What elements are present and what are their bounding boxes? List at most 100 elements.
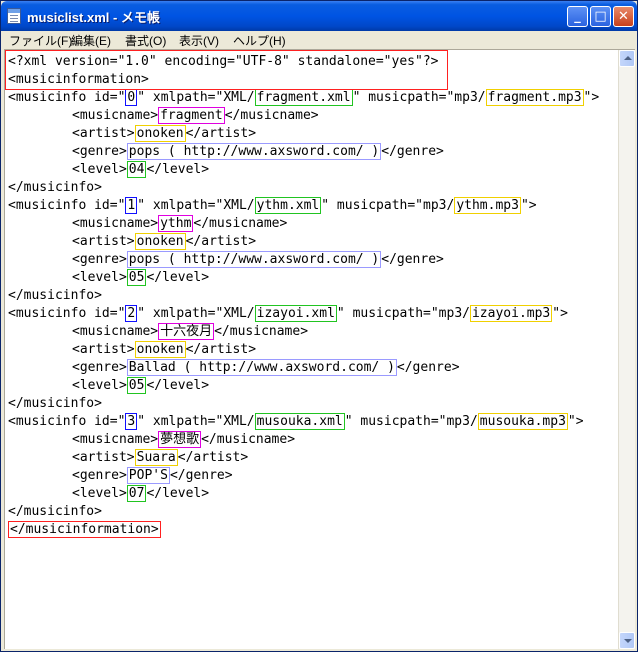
musicname-open-tag: <musicname> (72, 324, 159, 339)
info-close-tag: </musicinfo> (8, 180, 102, 195)
musicinfo-open-line: <musicinfo id=" 3 " xmlpath="XML/musouka.x… (8, 413, 599, 431)
musicname-open-tag: <musicname> (72, 432, 159, 447)
entries-container: <musicinfo id=" 0 " xmlpath="XML/fragment.… (8, 89, 599, 521)
menu-help[interactable]: ヘルプ(H) (233, 32, 286, 49)
musicinfo-open-line: <musicinfo id=" 0 " xmlpath="XML/fragment.… (8, 89, 599, 107)
genre-open-tag: <genre> (72, 360, 127, 375)
xmlpath-prefix: " xmlpath="XML/ (137, 414, 255, 429)
level-line: <level> 07 </level> (8, 485, 599, 503)
window-title: musiclist.xml - メモ帳 (27, 10, 160, 25)
musicname-open-tag: <musicname> (72, 108, 159, 123)
genre-line: <genre> Ballad ( http://www.axsword.com/ … (8, 359, 599, 377)
musicpath-prefix: " musicpath="mp3/ (352, 90, 486, 105)
musicinfo-close-line: </musicinfo> (8, 287, 599, 305)
level-line: <level> 05 </level> (8, 269, 599, 287)
entry-id: 0 (125, 89, 138, 106)
musicpath-suffix: "> (552, 306, 568, 321)
menu-bar: ファイル(F) 編集(E) 書式(O) 表示(V) ヘルプ(H) (4, 31, 634, 49)
entry-musicpath: fragment.mp3 (485, 89, 584, 106)
artist-open-tag: <artist> (72, 342, 135, 357)
level-close-tag: </level> (146, 270, 210, 285)
genre-open-tag: <genre> (72, 468, 127, 483)
level-close-tag: </level> (146, 378, 210, 393)
entry-musicname: ythm (158, 215, 194, 232)
notepad-icon (7, 8, 21, 24)
entry-musicname: 十六夜月 (158, 323, 215, 340)
xmlpath-prefix: " xmlpath="XML/ (137, 90, 255, 105)
entry-musicname: fragment (158, 107, 225, 124)
level-line: <level> 04 </level> (8, 161, 599, 179)
menu-edit[interactable]: 編集(E) (71, 32, 111, 49)
level-close-tag: </level> (146, 162, 210, 177)
musicinfo-close-line: </musicinfo> (8, 395, 599, 413)
header-highlight-box (5, 50, 448, 90)
info-close-tag: </musicinfo> (8, 288, 102, 303)
info-open-prefix: <musicinfo id=" (8, 90, 126, 105)
level-close-tag: </level> (146, 486, 210, 501)
musicname-close-tag: </musicname> (224, 108, 319, 123)
entry-id: 2 (125, 305, 138, 322)
entry-id: 1 (125, 197, 138, 214)
info-open-prefix: <musicinfo id=" (8, 414, 126, 429)
entry-id: 3 (125, 413, 138, 430)
entry-artist: onoken (134, 233, 186, 250)
close-button[interactable]: ✕ (613, 6, 634, 27)
musicpath-prefix: " musicpath="mp3/ (336, 306, 470, 321)
musicinfo-open-line: <musicinfo id=" 2 " xmlpath="XML/izayoi.xm… (8, 305, 599, 323)
entry-artist: Suara (134, 449, 178, 466)
musicname-open-tag: <musicname> (72, 216, 159, 231)
menu-format[interactable]: 書式(O) (125, 32, 166, 49)
level-open-tag: <level> (72, 486, 127, 501)
menu-file[interactable]: ファイル(F) (9, 32, 72, 49)
artist-close-tag: </artist> (185, 126, 257, 141)
level-line: <level> 05 </level> (8, 377, 599, 395)
artist-open-tag: <artist> (72, 126, 135, 141)
entry-genre: pops ( http://www.axsword.com/ ) (126, 251, 382, 268)
title-bar[interactable]: musiclist.xml - メモ帳 _ □ ✕ (1, 1, 637, 31)
text-editor[interactable]: <?xml version="1.0" encoding="UTF-8" sta… (4, 49, 635, 649)
entry-genre: pops ( http://www.axsword.com/ ) (126, 143, 382, 160)
vertical-scrollbar[interactable] (618, 50, 635, 649)
xmlpath-prefix: " xmlpath="XML/ (137, 198, 255, 213)
entry-level: 04 (126, 161, 147, 178)
xml-content: <?xml version="1.0" encoding="UTF-8" sta… (8, 53, 599, 539)
genre-line: <genre> pops ( http://www.axsword.com/ ) <… (8, 143, 599, 161)
entry-musicpath: ythm.mp3 (454, 197, 521, 214)
artist-close-tag: </artist> (185, 342, 257, 357)
musicpath-suffix: "> (520, 198, 537, 213)
entry-xmlpath: izayoi.xml (254, 305, 337, 322)
info-open-prefix: <musicinfo id=" (8, 306, 126, 321)
artist-line: <artist> onoken </artist> (8, 125, 599, 143)
level-open-tag: <level> (72, 162, 127, 177)
artist-line: <artist> onoken </artist> (8, 233, 599, 251)
scroll-up-button[interactable] (619, 50, 635, 67)
entry-xmlpath: ythm.xml (254, 197, 322, 214)
entry-xmlpath: musouka.xml (254, 413, 345, 430)
info-close-tag: </musicinfo> (8, 504, 102, 519)
artist-close-tag: </artist> (185, 234, 257, 249)
level-open-tag: <level> (72, 270, 127, 285)
maximize-button[interactable]: □ (590, 6, 611, 27)
entry-musicname: 夢想歌 (158, 431, 202, 448)
entry-artist: onoken (134, 341, 186, 358)
level-open-tag: <level> (72, 378, 127, 393)
musicpath-suffix: "> (583, 90, 600, 105)
root-close-tag: </musicinformation> (8, 521, 599, 539)
genre-open-tag: <genre> (72, 144, 127, 159)
genre-close-tag: </genre> (396, 360, 460, 375)
artist-line: <artist> Suara </artist> (8, 449, 599, 467)
genre-line: <genre> pops ( http://www.axsword.com/ ) <… (8, 251, 599, 269)
musicname-line: <musicname> 夢想歌 </musicname> (8, 431, 599, 449)
scroll-down-button[interactable] (619, 632, 635, 649)
info-open-prefix: <musicinfo id=" (8, 198, 126, 213)
entry-genre: POP'S (126, 467, 170, 484)
minimize-button[interactable]: _ (567, 6, 588, 27)
xmlpath-prefix: " xmlpath="XML/ (137, 306, 255, 321)
genre-line: <genre> POP'S </genre> (8, 467, 599, 485)
musicinfo-close-line: </musicinfo> (8, 179, 599, 197)
musicinfo-close-line: </musicinfo> (8, 503, 599, 521)
musicname-close-tag: </musicname> (214, 324, 309, 339)
entry-level: 05 (126, 377, 147, 394)
menu-view[interactable]: 表示(V) (179, 32, 219, 49)
entry-artist: onoken (134, 125, 186, 142)
